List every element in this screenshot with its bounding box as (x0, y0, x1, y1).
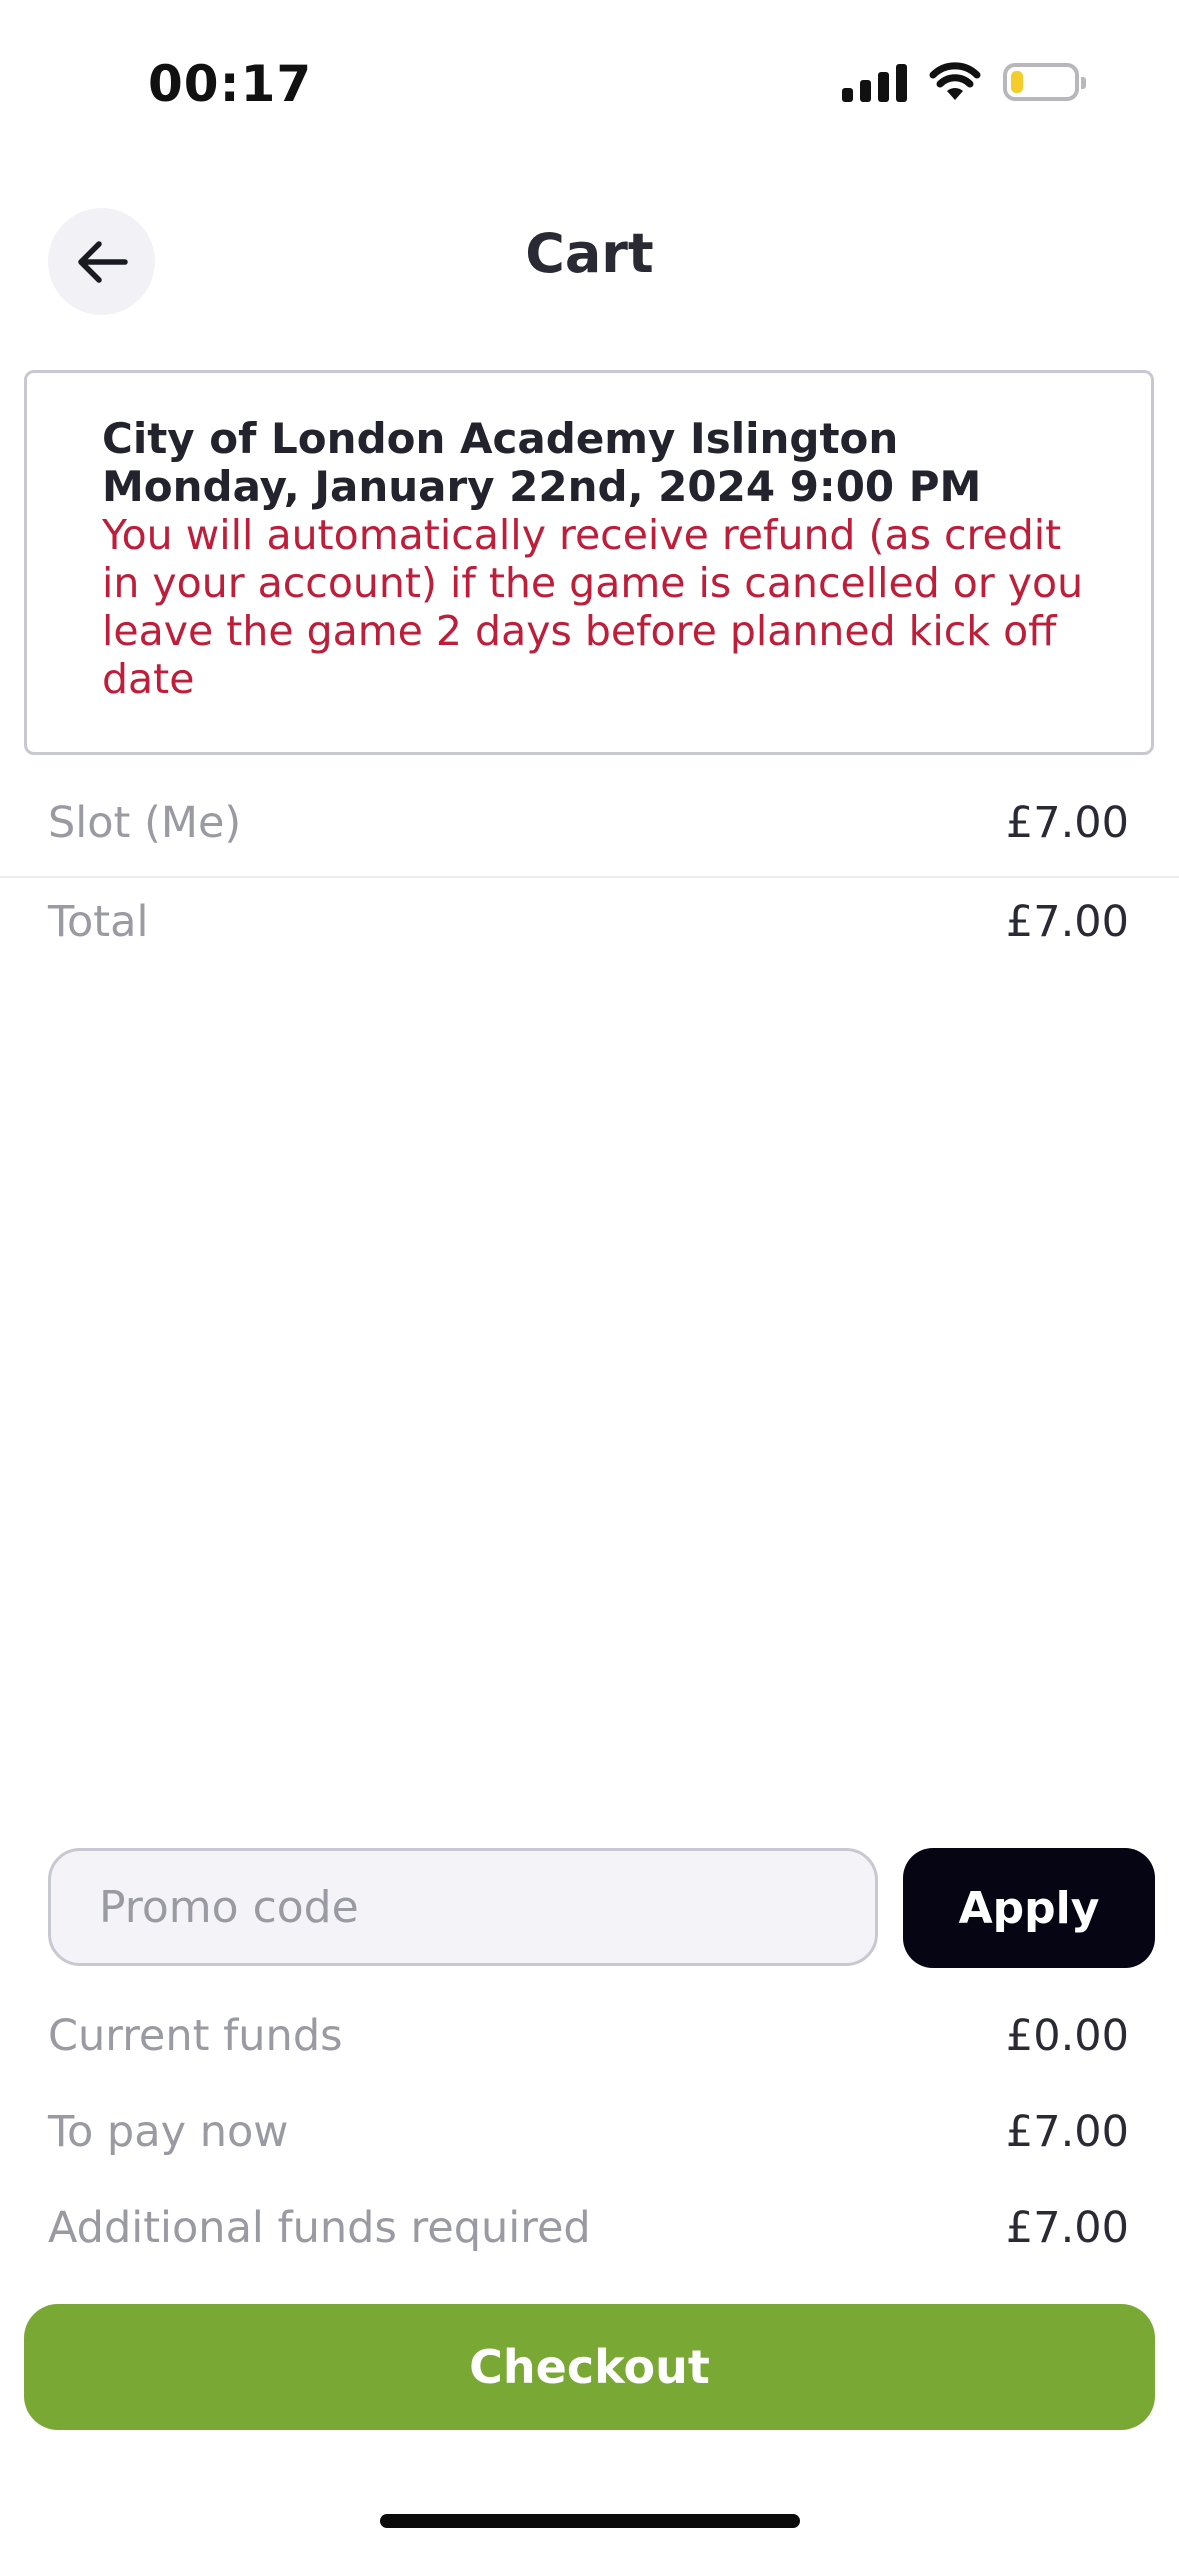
row-divider (0, 876, 1179, 878)
refund-note: You will automatically receive refund (a… (102, 511, 1084, 703)
checkout-button[interactable]: Checkout (24, 2304, 1155, 2430)
line-item-value: £7.00 (1005, 798, 1129, 848)
battery-level (1011, 71, 1023, 93)
to-pay-now-value: £7.00 (1005, 2107, 1129, 2157)
game-datetime: Monday, January 22nd, 2024 9:00 PM (102, 462, 982, 511)
promo-code-input[interactable] (48, 1848, 878, 1966)
current-funds-label: Current funds (48, 2011, 343, 2061)
battery-icon (1003, 63, 1086, 101)
line-item-slot: Slot (Me) £7.00 (48, 798, 1129, 848)
summary-to-pay-now: To pay now £7.00 (48, 2107, 1129, 2157)
page-title: Cart (525, 222, 654, 285)
apply-button[interactable]: Apply (903, 1848, 1155, 1968)
status-bar: 00:17 (0, 0, 1179, 170)
total-value: £7.00 (1005, 897, 1129, 947)
home-indicator[interactable] (380, 2514, 800, 2528)
line-item-label: Slot (Me) (48, 798, 242, 848)
venue-name: City of London Academy Islington (102, 414, 899, 463)
status-time: 00:17 (148, 55, 313, 113)
line-item-total: Total £7.00 (48, 897, 1129, 947)
signal-icon (842, 62, 907, 102)
additional-funds-value: £7.00 (1005, 2203, 1129, 2253)
game-info-card: City of London Academy Islington Monday,… (24, 370, 1154, 755)
status-icons (842, 62, 1086, 102)
current-funds-value: £0.00 (1005, 2011, 1129, 2061)
additional-funds-label: Additional funds required (48, 2203, 591, 2253)
to-pay-now-label: To pay now (48, 2107, 289, 2157)
summary-additional-funds: Additional funds required £7.00 (48, 2203, 1129, 2253)
wifi-icon (929, 62, 981, 100)
total-label: Total (48, 897, 149, 947)
summary-current-funds: Current funds £0.00 (48, 2011, 1129, 2061)
